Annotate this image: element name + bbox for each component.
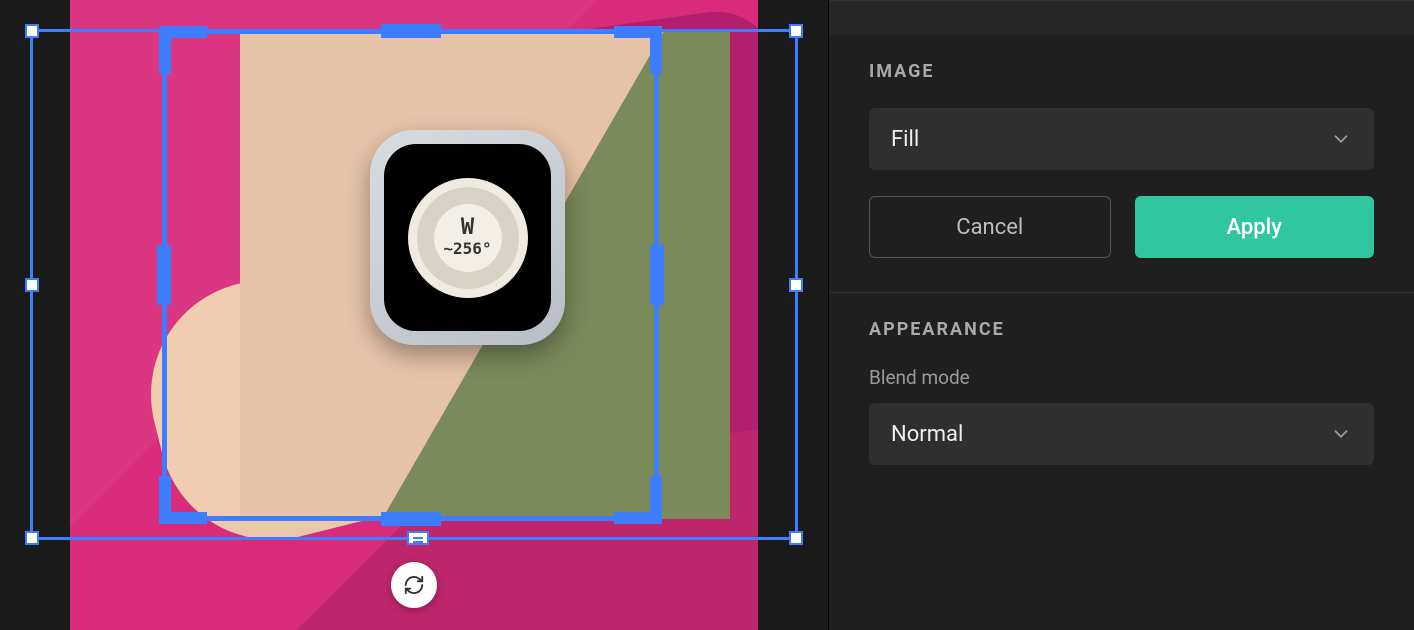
cancel-button[interactable]: Cancel <box>869 196 1111 258</box>
crop-handle-top[interactable] <box>381 24 441 38</box>
image-section: IMAGE Fill Cancel Apply <box>829 35 1414 293</box>
crop-handle-bottom-right[interactable] <box>614 476 662 524</box>
compass-heading: ~256° <box>443 239 491 258</box>
appearance-section: APPEARANCE Blend mode Normal <box>829 293 1414 499</box>
image-section-title: IMAGE <box>869 61 1374 82</box>
crop-handle-top-right[interactable] <box>614 26 662 74</box>
resize-handle-top-left[interactable] <box>25 24 39 38</box>
reset-crop-button[interactable] <box>391 562 437 608</box>
blend-mode-value: Normal <box>891 422 963 447</box>
blend-mode-label: Blend mode <box>869 366 1374 389</box>
blend-mode-select[interactable]: Normal <box>869 403 1374 465</box>
watch-device: W ~256° <box>370 130 565 345</box>
crop-handle-top-left[interactable] <box>159 26 207 74</box>
image-fill-mode-value: Fill <box>891 127 919 152</box>
refresh-icon <box>403 574 425 596</box>
resize-handle-bottom-right[interactable] <box>789 531 803 545</box>
watch-dial: W ~256° <box>408 178 528 298</box>
appearance-section-title: APPEARANCE <box>869 319 1374 340</box>
resize-handle-bottom-center[interactable] <box>407 531 429 545</box>
resize-handle-middle-right[interactable] <box>789 278 803 292</box>
canvas-area: W ~256° <box>0 0 828 630</box>
crop-handle-bottom[interactable] <box>381 512 441 526</box>
panel-top-divider <box>829 0 1414 35</box>
crop-handle-bottom-left[interactable] <box>159 476 207 524</box>
image-action-row: Cancel Apply <box>869 196 1374 258</box>
crop-handle-left[interactable] <box>157 245 171 305</box>
crop-handle-right[interactable] <box>650 245 664 305</box>
chevron-down-icon <box>1330 128 1352 150</box>
chevron-down-icon <box>1330 423 1352 445</box>
apply-button[interactable]: Apply <box>1135 196 1375 258</box>
resize-handle-top-right[interactable] <box>789 24 803 38</box>
image-fill-mode-select[interactable]: Fill <box>869 108 1374 170</box>
resize-handle-middle-left[interactable] <box>25 278 39 292</box>
inspector-panel: IMAGE Fill Cancel Apply APPEARANCE Blend… <box>828 0 1414 630</box>
resize-handle-bottom-left[interactable] <box>25 531 39 545</box>
compass-direction: W <box>461 217 474 239</box>
